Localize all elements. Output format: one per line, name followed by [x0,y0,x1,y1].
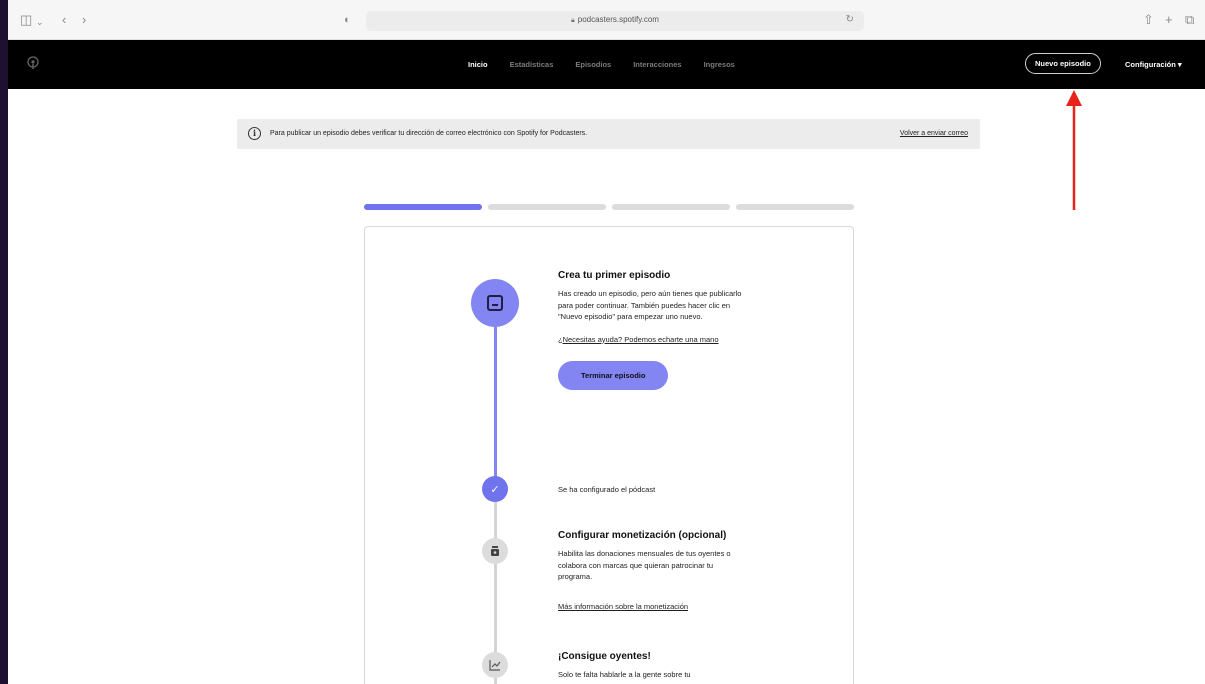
podcast-logo-icon[interactable] [26,56,40,70]
back-icon[interactable]: ‹ [62,11,66,29]
monetization-info-link[interactable]: Más información sobre la monetización [558,601,748,613]
progress-segment [488,204,606,210]
tabs-icon[interactable]: ⧉ [1185,11,1194,29]
shield-icon[interactable]: ◐ [344,11,351,29]
step-first-episode: Crea tu primer episodio Has creado un ep… [558,270,748,390]
progress-segment [364,204,482,210]
step-title: Configurar monetización (opcional) [558,530,727,541]
chevron-down-icon[interactable]: ⌄ [36,13,44,31]
timeline-line [494,327,497,487]
settings-menu-button[interactable]: Configuración ▾ [1125,60,1182,69]
nav-links: Inicio Estadísticas Episodios Interaccio… [468,60,757,69]
progress-segment [612,204,730,210]
reload-icon[interactable]: ↻ [846,14,854,25]
step-get-listeners: ¡Consigue oyentes! Solo te falta hablarl… [558,651,748,681]
episode-step-icon [471,279,519,327]
new-tab-icon[interactable]: + [1165,11,1173,29]
annotation-arrow-icon [1066,90,1082,210]
nav-item-inicio[interactable]: Inicio [468,60,488,69]
help-link[interactable]: ¿Necesitas ayuda? Podemos echarte una ma… [558,334,748,346]
lock-icon: 🔒︎ [571,17,575,24]
nav-item-ingresos[interactable]: Ingresos [704,60,735,69]
step-description: Has creado un episodio, pero aún tienes … [558,289,742,321]
step-podcast-configured: Se ha configurado el pódcast [558,485,655,494]
nav-item-interacciones[interactable]: Interacciones [633,60,681,69]
step-title: ¡Consigue oyentes! [558,651,651,662]
growth-chart-icon [482,652,508,678]
donation-jar-icon [482,538,508,564]
step-monetization: Configurar monetización (opcional) Habil… [558,530,748,612]
step-description: Habilita las donaciones mensuales de tus… [558,549,731,581]
info-icon: i [248,127,261,140]
onboarding-card: Crea tu primer episodio Has creado un ep… [364,226,854,684]
url-text: podcasters.spotify.com [577,15,659,24]
episode-icon [487,295,503,311]
share-icon[interactable]: ⇧ [1143,11,1154,29]
new-episode-button[interactable]: Nuevo episodio [1025,53,1101,74]
finish-episode-button[interactable]: Terminar episodio [558,361,669,390]
resend-email-link[interactable]: Volver a enviar correo [900,130,968,137]
nav-item-episodios[interactable]: Episodios [575,60,611,69]
sidebar-icon[interactable]: ◫ [20,11,32,29]
step-title: Crea tu primer episodio [558,270,671,281]
step-description: Solo te falta hablarle a la gente sobre … [558,670,691,679]
forward-icon[interactable]: › [82,11,86,29]
app-navbar: Inicio Estadísticas Episodios Interaccio… [8,40,1205,89]
progress-segment [736,204,854,210]
nav-item-estadisticas[interactable]: Estadísticas [510,60,554,69]
verification-banner: i Para publicar un episodio debes verifi… [237,119,980,149]
address-bar[interactable]: 🔒︎ podcasters.spotify.com ↻ [366,11,864,31]
onboarding-progress [364,204,854,210]
checkmark-icon: ✓ [482,476,508,502]
browser-window: ◫ ⌄ ‹ › ◐ 🔒︎ podcasters.spotify.com ↻ ⇧ +… [8,0,1205,684]
banner-message: Para publicar un episodio debes verifica… [270,130,588,137]
step-status-text: Se ha configurado el pódcast [558,485,656,494]
browser-toolbar: ◫ ⌄ ‹ › ◐ 🔒︎ podcasters.spotify.com ↻ ⇧ +… [8,0,1205,40]
